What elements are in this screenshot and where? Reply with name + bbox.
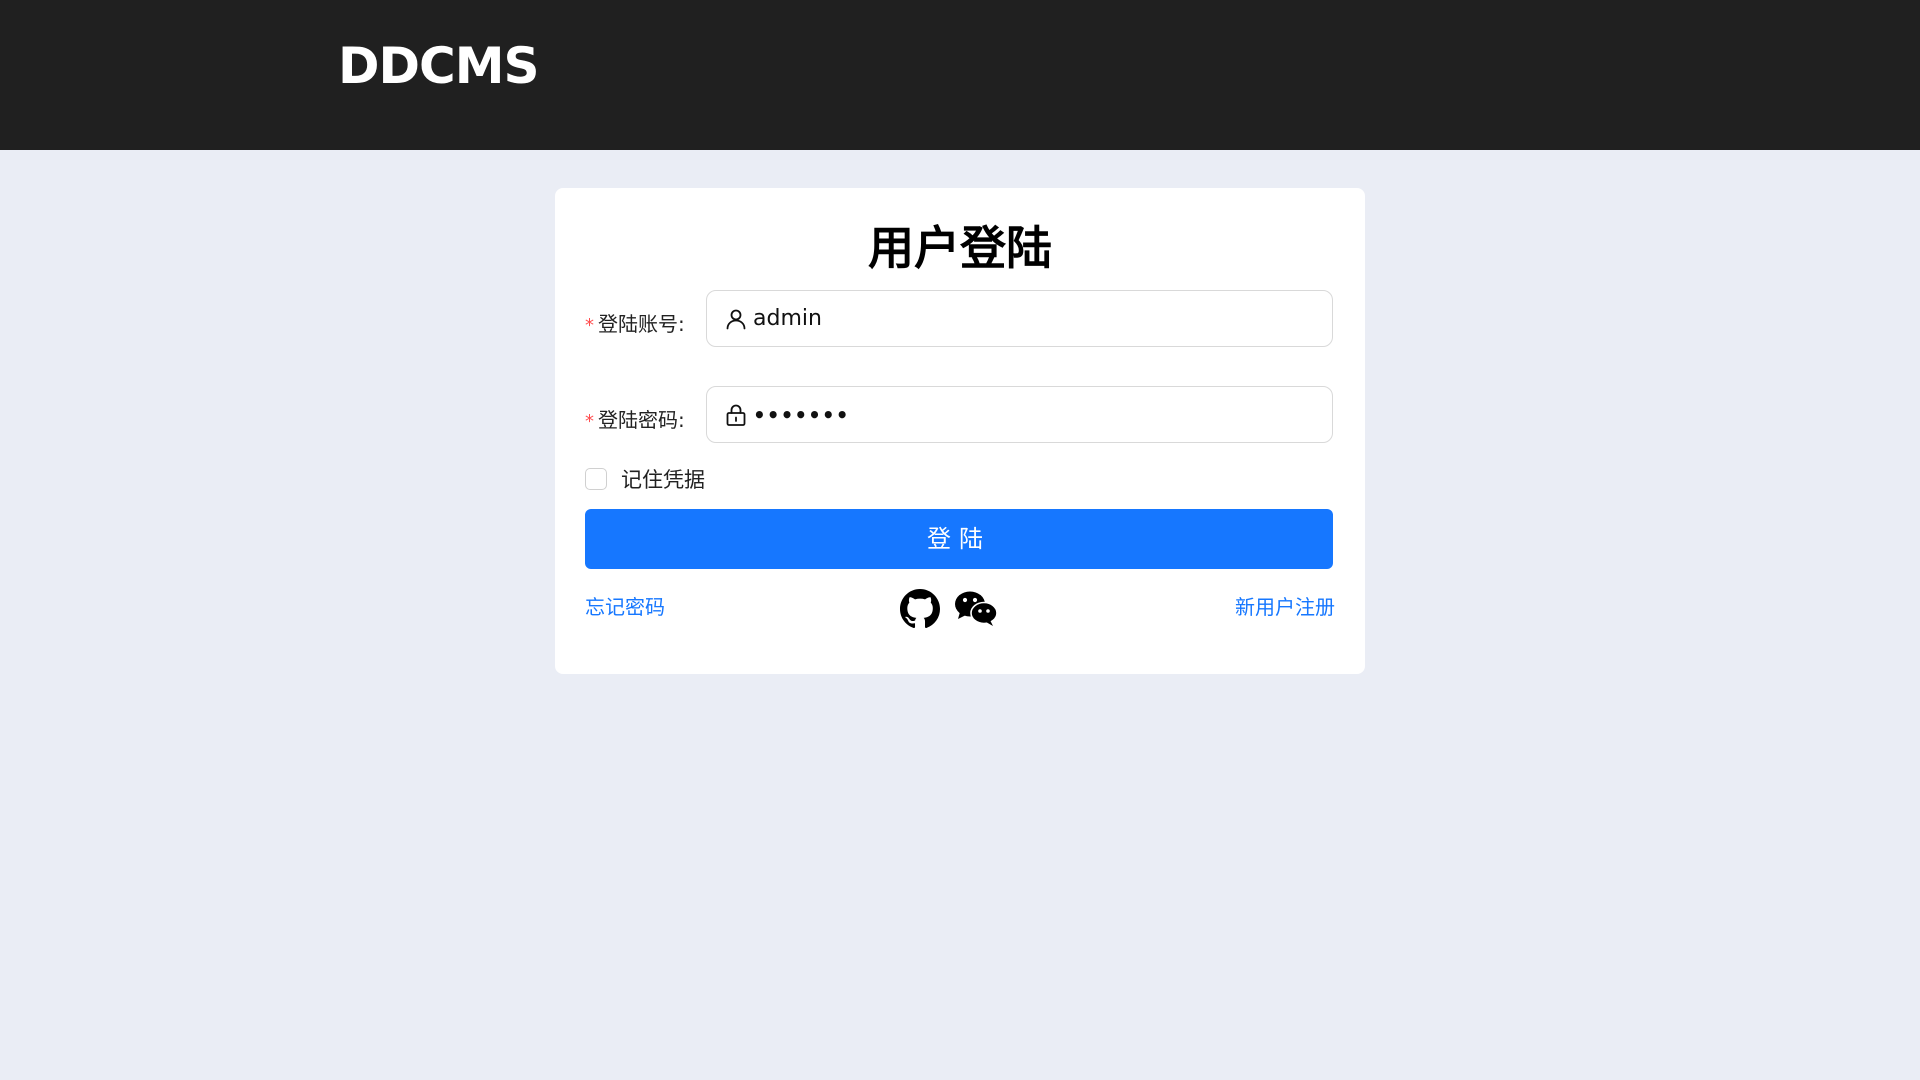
- required-mark: *: [585, 315, 594, 336]
- user-icon: [724, 307, 748, 331]
- password-label: * 登陆密码:: [585, 406, 705, 436]
- password-label-text: 登陆密码:: [598, 408, 685, 432]
- remember-checkbox[interactable]: [585, 468, 607, 490]
- account-label: * 登陆账号:: [585, 310, 705, 340]
- account-value: admin: [753, 306, 822, 331]
- login-button[interactable]: 登陆: [585, 509, 1333, 569]
- lock-icon: [724, 403, 748, 427]
- page-title: 用户登陆: [868, 221, 1052, 275]
- register-link[interactable]: 新用户注册: [1235, 593, 1335, 621]
- required-mark: *: [585, 411, 594, 432]
- account-label-text: 登陆账号:: [598, 312, 685, 336]
- account-input[interactable]: admin: [706, 290, 1333, 347]
- password-value: •••••••: [753, 403, 850, 427]
- login-card: 用户登陆 *登陆账号: admin *登陆密码: ••••••• 记住凭据: [555, 188, 1365, 674]
- remember-label: 记住凭据: [621, 468, 705, 492]
- wechat-icon[interactable]: [954, 589, 998, 629]
- github-icon[interactable]: [900, 589, 940, 629]
- top-header: DDCMS: [0, 0, 1920, 150]
- forgot-password-link[interactable]: 忘记密码: [585, 593, 665, 621]
- site-logo[interactable]: DDCMS: [338, 36, 539, 96]
- password-input[interactable]: •••••••: [706, 386, 1333, 443]
